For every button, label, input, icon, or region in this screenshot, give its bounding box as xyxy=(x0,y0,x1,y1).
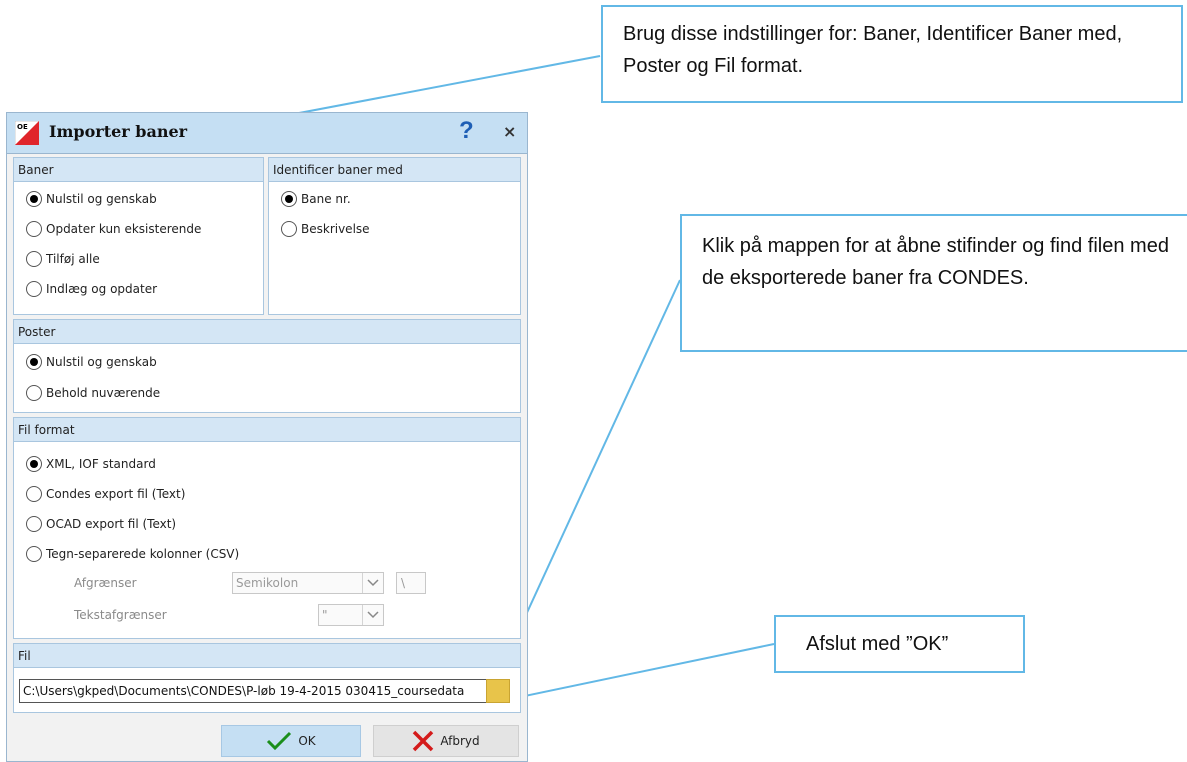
radio-identify-course-no[interactable]: Bane nr. xyxy=(281,189,351,209)
radio-label: OCAD export fil (Text) xyxy=(46,517,177,531)
radio-label: XML, IOF standard xyxy=(46,457,156,471)
cancel-button-label: Afbryd xyxy=(440,734,480,748)
radio-button[interactable] xyxy=(281,191,297,207)
radio-baner-reset[interactable]: Nulstil og genskab xyxy=(26,189,157,209)
radio-button[interactable] xyxy=(26,385,42,401)
panel-file-header: Fil xyxy=(14,644,520,668)
delimiter-label: Afgrænser xyxy=(74,576,137,590)
import-courses-dialog: OE Importer baner ? × Baner Nulstil og g… xyxy=(6,112,528,762)
panel-file-format: Fil format XML, IOF standard Condes expo… xyxy=(13,417,521,639)
delimiter-select[interactable]: Semikolon xyxy=(232,572,384,594)
radio-format-ocad[interactable]: OCAD export fil (Text) xyxy=(26,514,176,534)
callout-ok: Afslut med ”OK” xyxy=(774,615,1025,673)
radio-button[interactable] xyxy=(26,546,42,562)
callout-folder-text: Klik på mappen for at åbne stifinder og … xyxy=(702,235,1169,289)
panel-baner-header: Baner xyxy=(14,158,263,182)
radio-label: Nulstil og genskab xyxy=(46,355,157,369)
radio-button[interactable] xyxy=(26,486,42,502)
radio-label: Beskrivelse xyxy=(301,222,370,236)
radio-baner-insert-update[interactable]: Indlæg og opdater xyxy=(26,279,157,299)
text-delimiter-select[interactable]: " xyxy=(318,604,384,626)
dialog-titlebar: OE Importer baner ? × xyxy=(7,113,527,154)
radio-label: Opdater kun eksisterende xyxy=(46,222,202,236)
panel-poster-header: Poster xyxy=(14,320,520,344)
radio-button[interactable] xyxy=(26,354,42,370)
radio-identify-description[interactable]: Beskrivelse xyxy=(281,219,370,239)
radio-label: Nulstil og genskab xyxy=(46,192,157,206)
text-delimiter-select-value: " xyxy=(322,608,328,622)
radio-label: Behold nuværende xyxy=(46,386,161,400)
radio-poster-reset[interactable]: Nulstil og genskab xyxy=(26,352,157,372)
radio-format-condes[interactable]: Condes export fil (Text) xyxy=(26,484,185,504)
panel-baner: Baner Nulstil og genskab Opdater kun eks… xyxy=(13,157,264,315)
delimiter-char-field[interactable]: \ xyxy=(396,572,426,594)
panel-identify-header: Identificer baner med xyxy=(269,158,520,182)
dialog-title: Importer baner xyxy=(49,122,188,141)
radio-poster-keep[interactable]: Behold nuværende xyxy=(26,383,160,403)
radio-button[interactable] xyxy=(26,191,42,207)
radio-button[interactable] xyxy=(26,456,42,472)
radio-label: Bane nr. xyxy=(301,192,351,206)
radio-button[interactable] xyxy=(281,221,297,237)
text-delimiter-label: Tekstafgrænser xyxy=(74,608,167,622)
radio-baner-update-existing[interactable]: Opdater kun eksisterende xyxy=(26,219,201,239)
radio-format-xml[interactable]: XML, IOF standard xyxy=(26,454,156,474)
radio-format-csv[interactable]: Tegn-separerede kolonner (CSV) xyxy=(26,544,239,564)
callout-settings-text: Brug disse indstillinger for: Baner, Ide… xyxy=(623,23,1123,77)
radio-button[interactable] xyxy=(26,516,42,532)
folder-icon[interactable] xyxy=(486,679,510,703)
panel-poster: Poster Nulstil og genskab Behold nuværen… xyxy=(13,319,521,413)
radio-baner-add-all[interactable]: Tilføj alle xyxy=(26,249,100,269)
chevron-down-icon[interactable] xyxy=(362,573,383,593)
radio-label: Tilføj alle xyxy=(46,252,100,266)
radio-button[interactable] xyxy=(26,251,42,267)
app-icon-text: OE xyxy=(17,123,28,131)
ok-button-label: OK xyxy=(298,734,316,748)
checkmark-icon xyxy=(267,731,292,751)
oe-app-icon: OE xyxy=(15,121,39,145)
cross-icon xyxy=(413,730,434,752)
callout-settings: Brug disse indstillinger for: Baner, Ide… xyxy=(601,5,1183,103)
file-path-field[interactable]: C:\Users\gkped\Documents\CONDES\P-løb 19… xyxy=(19,679,487,703)
radio-label: Indlæg og opdater xyxy=(46,282,158,296)
delimiter-select-value: Semikolon xyxy=(236,576,299,590)
radio-label: Condes export fil (Text) xyxy=(46,487,186,501)
radio-button[interactable] xyxy=(26,221,42,237)
radio-label: Tegn-separerede kolonner (CSV) xyxy=(46,547,240,561)
cancel-button[interactable]: Afbryd xyxy=(373,725,519,757)
close-icon[interactable]: × xyxy=(503,122,516,141)
help-icon[interactable]: ? xyxy=(459,117,474,145)
radio-button[interactable] xyxy=(26,281,42,297)
panel-identify: Identificer baner med Bane nr. Beskrivel… xyxy=(268,157,521,315)
panel-file-format-header: Fil format xyxy=(14,418,520,442)
callout-folder: Klik på mappen for at åbne stifinder og … xyxy=(680,214,1187,352)
ok-button[interactable]: OK xyxy=(221,725,361,757)
chevron-down-icon[interactable] xyxy=(362,605,383,625)
callout-ok-text: Afslut med ”OK” xyxy=(806,633,949,655)
